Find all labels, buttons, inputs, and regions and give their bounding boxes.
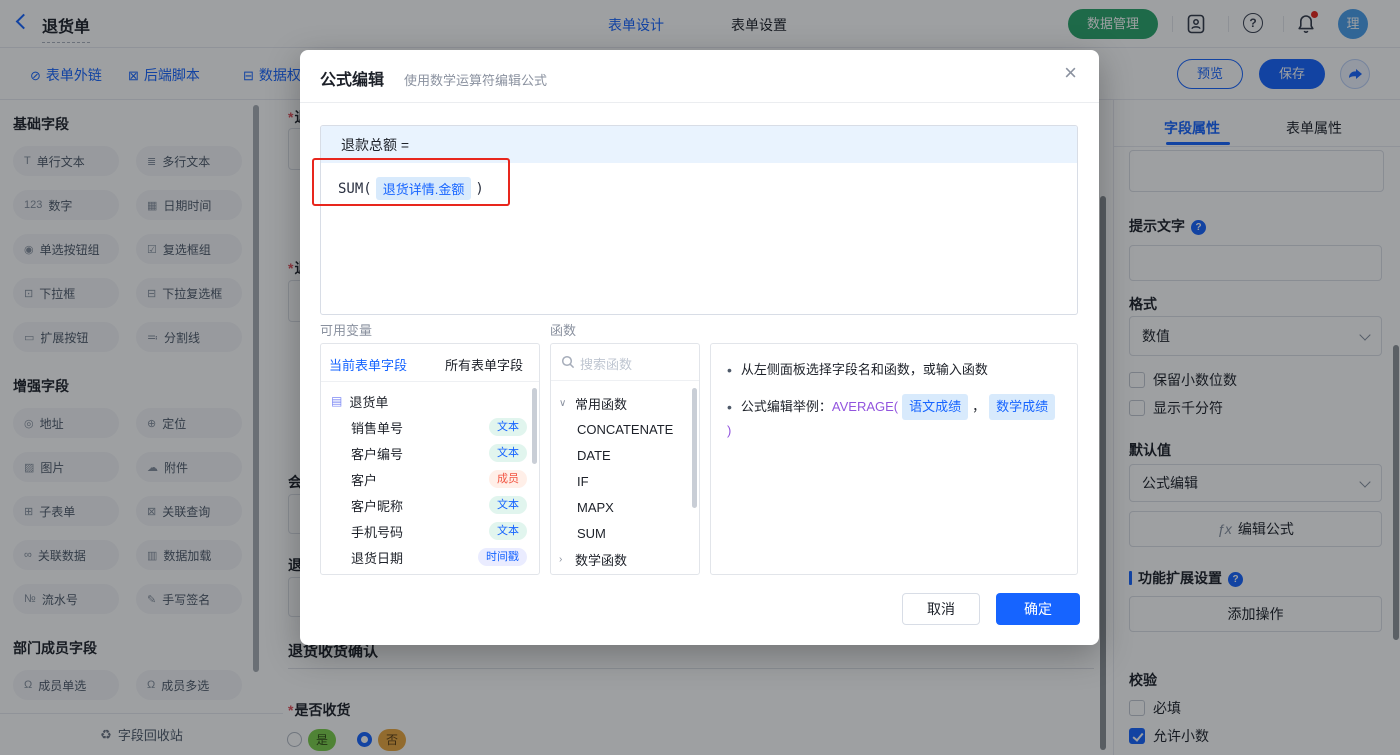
function-group-text[interactable]: ›文本函数 — [551, 568, 699, 574]
functions-panel: 搜索函数 ∨ 常用函数 CONCATENATE DATE IF MAPX SUM … — [550, 343, 700, 575]
confirm-button[interactable]: 确定 — [996, 593, 1080, 625]
variable-row[interactable]: 销售单号 文本 — [321, 414, 539, 440]
app-window: 退货单 表单设计 表单设置 数据管理 ? 理 ⊘ 表单外链 ⊠ 后端脚本 ⊟ 数据权限… — [0, 0, 1400, 755]
modal-subtitle: 使用数学运算符编辑公式 — [404, 73, 548, 88]
function-item[interactable]: IF — [551, 468, 699, 494]
function-search[interactable]: 搜索函数 — [551, 344, 699, 381]
close-icon[interactable]: × — [1064, 62, 1077, 84]
formula-function: SUM( — [338, 180, 372, 197]
function-item[interactable]: CONCATENATE — [551, 416, 699, 442]
function-item[interactable]: MAPX — [551, 494, 699, 520]
function-group-common[interactable]: ∨ 常用函数 — [551, 390, 699, 416]
formula-target: 退款总额 — [341, 136, 397, 153]
type-badge: 文本 — [489, 522, 527, 540]
example-field-chip: 数学成绩 — [989, 394, 1056, 420]
example-field-chip: 语文成绩 — [902, 394, 969, 420]
type-badge: 文本 — [489, 418, 527, 436]
equals-sign: = — [400, 136, 410, 153]
chevron-down-icon: ∨ — [559, 397, 567, 409]
function-item[interactable]: SUM — [551, 520, 699, 546]
formula-editor-modal: 公式编辑 使用数学运算符编辑公式 × 退款总额 = SUM( 退货详情.金额 )… — [300, 50, 1099, 645]
bullet-icon: • — [727, 362, 732, 378]
variables-scrollbar[interactable] — [532, 388, 537, 464]
functions-caption: 函数 — [550, 323, 577, 338]
modal-title: 公式编辑 — [320, 72, 385, 89]
variable-row[interactable]: 退货日期 时间戳 — [321, 544, 539, 570]
example-function: AVERAGE( — [831, 399, 899, 414]
chevron-right-icon: › — [559, 553, 563, 565]
variable-row[interactable]: 手机号码 文本 — [321, 518, 539, 544]
tip-line-2: • 公式编辑举例： AVERAGE( 语文成绩 ， 数学成绩 ) — [727, 394, 1061, 442]
tab-all-form-fields[interactable]: 所有表单字段 — [445, 355, 523, 374]
variables-panel: 当前表单字段 所有表单字段 ▤ 退货单 销售单号 文本 客户编号 文本 客户 成员 客户… — [320, 343, 540, 575]
formula-editor-box[interactable]: 退款总额 = SUM( 退货详情.金额 ) — [320, 125, 1078, 315]
variables-tabs: 当前表单字段 所有表单字段 — [321, 344, 539, 382]
tab-current-form-fields[interactable]: 当前表单字段 — [329, 355, 407, 374]
search-icon — [561, 355, 575, 369]
type-badge: 成员 — [489, 470, 527, 488]
variable-row[interactable]: 客户 成员 — [321, 466, 539, 492]
formula-expression[interactable]: SUM( 退货详情.金额 ) — [338, 177, 484, 200]
search-placeholder: 搜索函数 — [580, 357, 633, 372]
type-badge: 文本 — [489, 444, 527, 462]
variables-caption: 可用变量 — [320, 323, 373, 338]
variable-row[interactable]: 客户昵称 文本 — [321, 492, 539, 518]
tree-root-form[interactable]: ▤ 退货单 — [321, 388, 539, 414]
functions-scrollbar[interactable] — [692, 388, 697, 508]
bullet-icon: • — [727, 399, 732, 415]
function-item[interactable]: DATE — [551, 442, 699, 468]
variable-row[interactable]: 客户编号 文本 — [321, 440, 539, 466]
formula-field-chip[interactable]: 退货详情.金额 — [375, 177, 472, 200]
divider — [300, 102, 1099, 103]
example-close-paren: ) — [727, 423, 732, 438]
tip-line-1: • 从左侧面板选择字段名和函数，或输入函数 — [727, 359, 1061, 381]
formula-target-row: 退款总额 = — [321, 126, 1077, 163]
type-badge: 时间戳 — [478, 548, 527, 566]
type-badge: 文本 — [489, 496, 527, 514]
tips-panel: • 从左侧面板选择字段名和函数，或输入函数 • 公式编辑举例： AVERAGE( … — [710, 343, 1078, 575]
formula-close-paren: ) — [475, 180, 484, 197]
cancel-button[interactable]: 取消 — [902, 593, 980, 625]
form-icon: ▤ — [331, 394, 343, 408]
